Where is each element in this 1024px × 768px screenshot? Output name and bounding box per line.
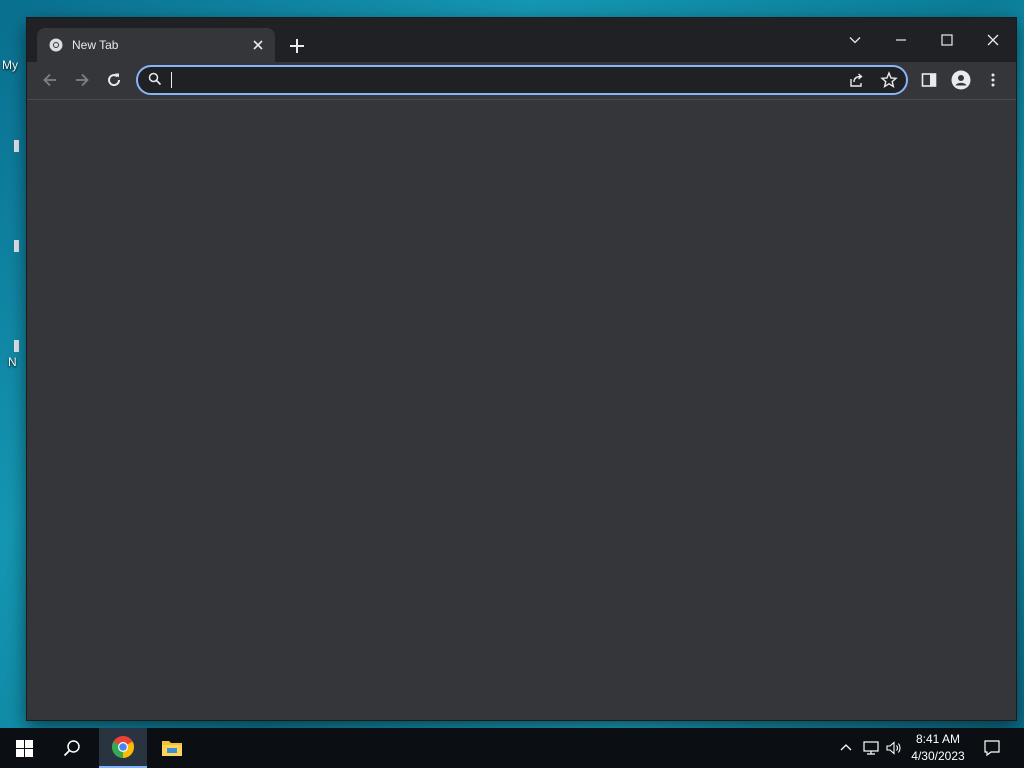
start-button[interactable] [0, 728, 48, 768]
forward-button[interactable] [68, 66, 96, 94]
tab-close-icon[interactable] [249, 36, 267, 54]
browser-window: New Tab [27, 18, 1016, 720]
profile-icon [951, 70, 971, 90]
maximize-icon[interactable] [924, 24, 970, 56]
system-clock[interactable]: 8:41 AM 4/30/2023 [902, 731, 974, 765]
notification-icon [984, 740, 1000, 757]
taskbar-chrome-button[interactable] [99, 728, 147, 768]
chrome-icon [112, 736, 134, 758]
tray-overflow-button[interactable] [836, 728, 856, 768]
reload-button[interactable] [100, 66, 128, 94]
network-icon [863, 741, 879, 755]
share-icon[interactable] [848, 71, 866, 94]
tab-new-tab[interactable]: New Tab [37, 28, 275, 62]
clock-date: 4/30/2023 [911, 749, 965, 763]
text-caret [171, 72, 172, 88]
desktop-icon[interactable] [14, 140, 19, 152]
page-content[interactable] [27, 100, 1016, 720]
back-button[interactable] [36, 66, 64, 94]
side-panel-button[interactable] [915, 66, 943, 94]
tab-search-chevron-down-icon[interactable] [832, 24, 878, 56]
network-button[interactable] [860, 728, 882, 768]
title-bar[interactable]: New Tab [27, 18, 1016, 62]
minimize-icon[interactable] [878, 24, 924, 56]
chrome-icon [49, 38, 63, 52]
address-bar[interactable] [136, 65, 908, 95]
desktop-icon[interactable] [14, 240, 19, 252]
close-icon[interactable] [970, 24, 1016, 56]
bookmark-star-icon[interactable] [880, 71, 898, 94]
profile-button[interactable] [947, 66, 975, 94]
menu-button[interactable] [979, 66, 1007, 94]
arrow-right-icon [76, 73, 89, 87]
taskbar-search-button[interactable] [48, 728, 96, 768]
chevron-up-icon [840, 744, 852, 751]
tab-title: New Tab [72, 38, 119, 52]
reload-icon [108, 73, 121, 87]
file-explorer-icon [162, 741, 182, 756]
clock-time: 8:41 AM [915, 732, 961, 746]
action-center-button[interactable] [976, 728, 1008, 768]
search-icon [63, 740, 80, 757]
toolbar [27, 62, 1016, 100]
taskbar: 8:41 AM 4/30/2023 [0, 728, 1024, 768]
side-panel-icon [921, 73, 937, 87]
search-icon [148, 72, 162, 91]
desktop-icon-label[interactable]: My [2, 58, 18, 72]
windows-start-icon [15, 739, 33, 757]
desktop-icon[interactable] [14, 340, 19, 352]
new-tab-button[interactable] [285, 34, 309, 58]
volume-icon [886, 741, 901, 755]
taskbar-file-explorer-button[interactable] [148, 728, 196, 768]
address-input[interactable] [168, 69, 828, 91]
arrow-left-icon [43, 73, 56, 87]
kebab-menu-icon [991, 73, 995, 87]
desktop-icon-label[interactable]: N [8, 355, 17, 369]
